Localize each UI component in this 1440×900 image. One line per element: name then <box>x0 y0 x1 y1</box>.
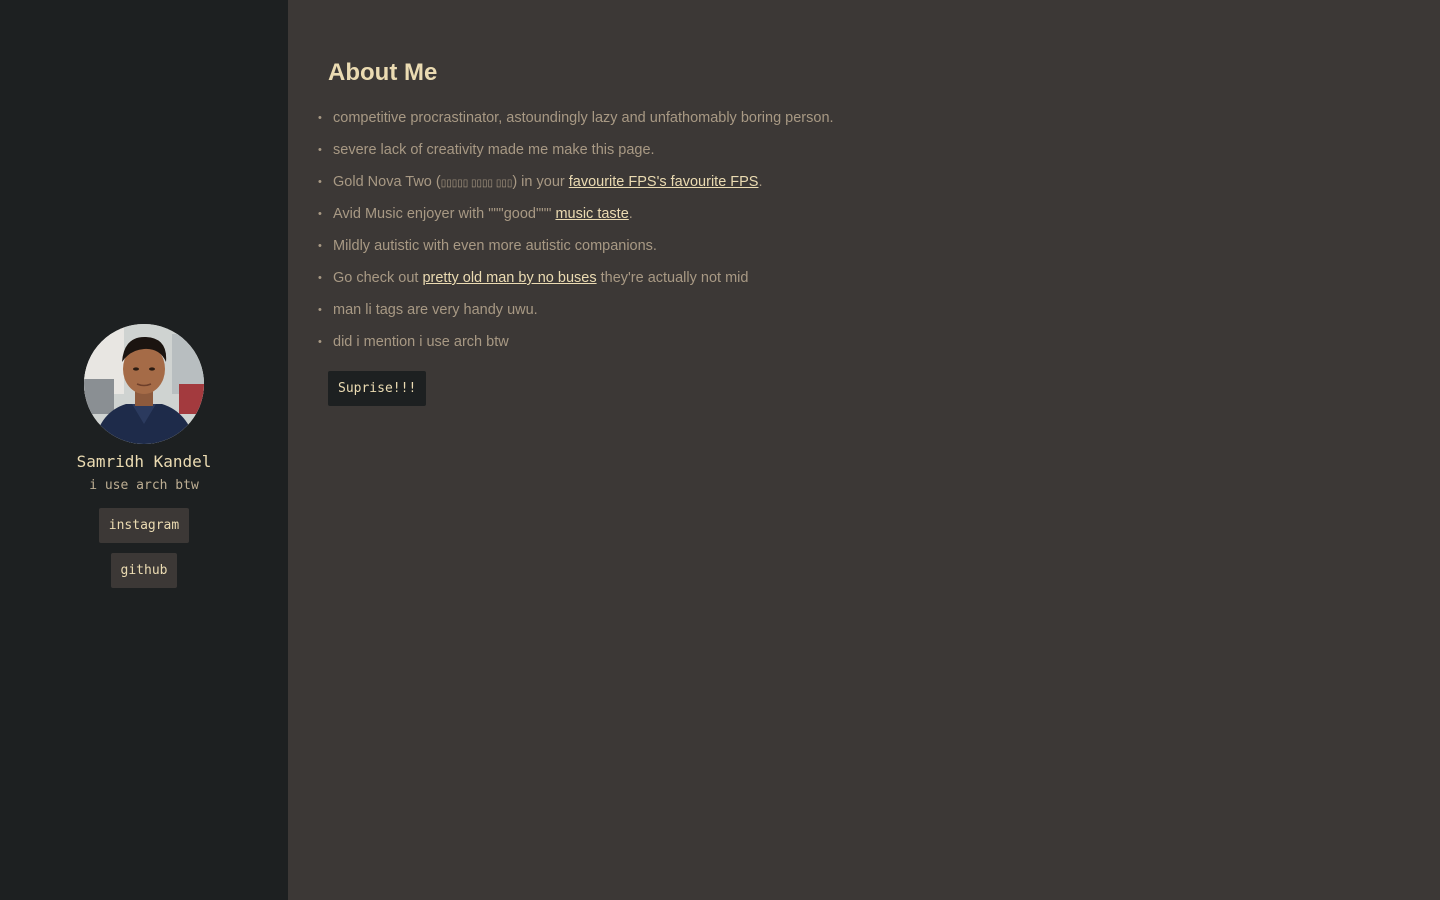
list-item-text: competitive procrastinator, astoundingly… <box>333 110 834 126</box>
list-item-text: Go check out <box>333 270 423 286</box>
list-item: • severe lack of creativity made me make… <box>318 138 1400 170</box>
page: Samridh Kandel i use arch btw instagram … <box>0 0 1440 900</box>
profile-name: Samridh Kandel <box>76 451 212 471</box>
bullet-dot-icon: • <box>318 144 322 156</box>
list-item-text: . <box>758 174 763 190</box>
band-link[interactable]: pretty old man by no buses <box>422 270 596 286</box>
list-item-text: Mildly autistic with even more autistic … <box>333 238 657 254</box>
list-item-text: . <box>628 206 633 222</box>
avatar-photo <box>84 323 204 444</box>
bullet-dot-icon: • <box>318 272 322 284</box>
bullet-dot-icon: • <box>318 176 322 188</box>
list-item-text: man li tags are very handy uwu. <box>333 302 538 318</box>
fps-link[interactable]: favourite FPS's favourite FPS <box>569 174 759 190</box>
list-item: • Mildly autistic with even more autisti… <box>318 234 1400 266</box>
music-taste-link[interactable]: music taste <box>555 206 628 222</box>
sidebar: Samridh Kandel i use arch btw instagram … <box>0 0 288 900</box>
list-item-text: they're actually not mid <box>596 270 749 286</box>
list-item-text: severe lack of creativity made me make t… <box>333 142 655 158</box>
list-item: • did i mention i use arch btw <box>318 330 1400 362</box>
list-item: • Gold Nova Two (▯▯▯▯▯ ▯▯▯▯ ▯▯▯) in your… <box>318 170 1400 202</box>
list-item: • man li tags are very handy uwu. <box>318 298 1400 330</box>
bullet-dot-icon: • <box>318 208 322 220</box>
list-item: • Go check out pretty old man by no buse… <box>318 266 1400 298</box>
list-item-text: did i mention i use arch btw <box>333 334 509 350</box>
list-item-text: ) in your <box>512 174 569 190</box>
surprise-button[interactable]: Suprise!!! <box>328 371 427 406</box>
instagram-button[interactable]: instagram <box>98 507 190 543</box>
list-item-text: Avid Music enjoyer with """good""" <box>333 206 556 222</box>
profile-tagline: i use arch btw <box>89 477 199 493</box>
github-button[interactable]: github <box>110 552 178 588</box>
bullet-dot-icon: • <box>318 112 322 124</box>
about-list: • competitive procrastinator, astounding… <box>318 106 1400 362</box>
list-item-text: Gold Nova Two ( <box>333 174 441 190</box>
missing-glyph-text: ▯▯▯▯▯ ▯▯▯▯ ▯▯▯ <box>440 178 513 189</box>
page-title: About Me <box>328 59 438 86</box>
bullet-dot-icon: • <box>318 240 322 252</box>
list-item: • competitive procrastinator, astounding… <box>318 106 1400 138</box>
bullet-dot-icon: • <box>318 336 322 348</box>
list-item: • Avid Music enjoyer with """good""" mus… <box>318 202 1400 234</box>
main-content: About Me • competitive procrastinator, a… <box>288 0 1440 900</box>
avatar <box>84 323 204 444</box>
bullet-dot-icon: • <box>318 304 322 316</box>
